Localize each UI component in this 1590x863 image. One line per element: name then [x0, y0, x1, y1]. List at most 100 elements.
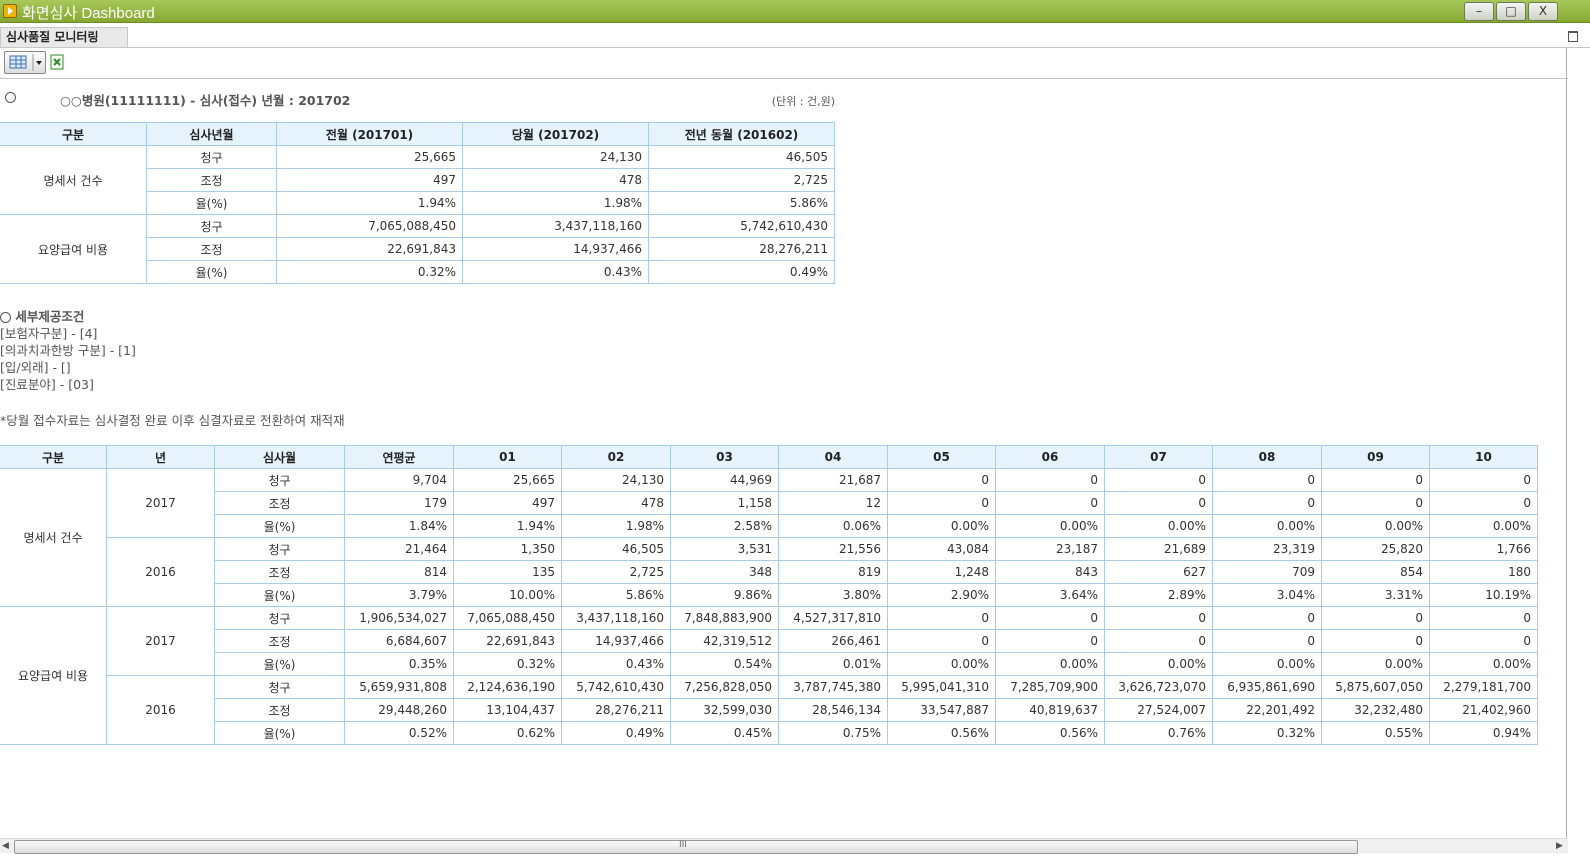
- row-label: 청구: [146, 214, 277, 238]
- value-cell: 40,819,637: [995, 698, 1105, 722]
- horizontal-scrollbar[interactable]: ◀ III ▶: [0, 838, 1568, 854]
- value-cell: 14,937,466: [462, 237, 649, 261]
- column-header: 03: [670, 445, 779, 469]
- value-cell: 42,319,512: [670, 629, 779, 653]
- group-label: 요양급여 비용: [0, 606, 107, 745]
- value-cell: 0: [887, 468, 996, 492]
- value-cell: 3,437,118,160: [561, 606, 671, 630]
- value-cell: 1,766: [1429, 537, 1538, 561]
- row-label: 조정: [146, 168, 277, 192]
- scroll-thumb[interactable]: III: [14, 840, 1358, 854]
- value-cell: 478: [462, 168, 649, 192]
- value-cell: 0.32%: [1212, 721, 1322, 745]
- value-cell: 21,687: [778, 468, 888, 492]
- value-cell: 0.32%: [453, 652, 562, 676]
- circle-bullet-icon: [5, 92, 16, 103]
- minimize-button[interactable]: –: [1464, 2, 1494, 21]
- value-cell: 0.43%: [462, 260, 649, 284]
- maximize-button[interactable]: □: [1496, 2, 1526, 21]
- tab-quality-monitoring[interactable]: 심사품질 모니터링: [0, 27, 128, 47]
- value-cell: 0.75%: [778, 721, 888, 745]
- group-label: 명세서 건수: [0, 145, 147, 215]
- year-label: 2016: [106, 675, 215, 745]
- maximize-panel-icon[interactable]: [1568, 31, 1578, 42]
- value-cell: 2,124,636,190: [453, 675, 562, 699]
- value-cell: 32,232,480: [1321, 698, 1430, 722]
- value-cell: 21,689: [1104, 537, 1213, 561]
- value-cell: 1,158: [670, 491, 779, 515]
- value-cell: 0.00%: [887, 652, 996, 676]
- detail-table: 구분 년 심사월 연평균 01 02 03 04 05 06 07 08 09 10 명세서 건수 2017…: [0, 445, 1538, 745]
- value-cell: 2,279,181,700: [1429, 675, 1538, 699]
- row-label: 율(%): [214, 514, 345, 538]
- value-cell: 0.56%: [995, 721, 1105, 745]
- value-cell: 25,665: [276, 145, 463, 169]
- column-header: 02: [561, 445, 671, 469]
- excel-export-button[interactable]: [48, 51, 68, 72]
- value-cell: 3,437,118,160: [462, 214, 649, 238]
- value-cell: 23,319: [1212, 537, 1322, 561]
- row-label: 청구: [214, 606, 345, 630]
- row-label: 조정: [146, 237, 277, 261]
- column-header: 연평균: [344, 445, 454, 469]
- value-cell: 1,248: [887, 560, 996, 584]
- value-cell: 5,659,931,808: [344, 675, 454, 699]
- value-cell: 814: [344, 560, 454, 584]
- value-cell: 27,524,007: [1104, 698, 1213, 722]
- value-cell: 0: [995, 629, 1105, 653]
- value-cell: 854: [1321, 560, 1430, 584]
- value-cell: 5,995,041,310: [887, 675, 996, 699]
- value-cell: 10.00%: [453, 583, 562, 607]
- scroll-grip-icon: III: [679, 840, 687, 850]
- scroll-left-arrow[interactable]: ◀: [2, 841, 9, 851]
- close-button[interactable]: X: [1528, 2, 1558, 21]
- excel-icon: [50, 54, 64, 70]
- value-cell: 1.98%: [561, 514, 671, 538]
- value-cell: 0.49%: [561, 721, 671, 745]
- value-cell: 28,276,211: [561, 698, 671, 722]
- unit-label: (단위 : 건,원): [771, 95, 835, 108]
- value-cell: 5,742,610,430: [561, 675, 671, 699]
- table-row: 요양급여 비용 청구 7,065,088,450 3,437,118,160 5,742…: [0, 214, 835, 284]
- value-cell: 0: [887, 606, 996, 630]
- row-label: 율(%): [214, 652, 345, 676]
- row-label: 조정: [214, 560, 345, 584]
- year-label: 2016: [106, 537, 215, 607]
- value-cell: 25,820: [1321, 537, 1430, 561]
- value-cell: 1,350: [453, 537, 562, 561]
- value-cell: 10.19%: [1429, 583, 1538, 607]
- row-label: 조정: [214, 491, 345, 515]
- value-cell: 28,546,134: [778, 698, 888, 722]
- grid-view-dropdown-button[interactable]: [4, 51, 46, 74]
- value-cell: 0: [1104, 629, 1213, 653]
- row-label: 청구: [214, 675, 345, 699]
- value-cell: 1,906,534,027: [344, 606, 454, 630]
- value-cell: 0.94%: [1429, 721, 1538, 745]
- value-cell: 0.52%: [344, 721, 454, 745]
- table-row: 명세서 건수 2017 청구 9,704 25,665 24,130 44,969 21,68…: [0, 468, 1538, 607]
- condition-item: [의과치과한방 구분] - [1]: [0, 343, 136, 358]
- value-cell: 478: [561, 491, 671, 515]
- value-cell: 0.00%: [995, 652, 1105, 676]
- value-cell: 0: [1429, 491, 1538, 515]
- scroll-right-arrow[interactable]: ▶: [1556, 841, 1563, 851]
- value-cell: 3.64%: [995, 583, 1105, 607]
- value-cell: 0: [1212, 491, 1322, 515]
- group-label: 명세서 건수: [0, 468, 107, 607]
- value-cell: 0.06%: [778, 514, 888, 538]
- value-cell: 0: [1429, 606, 1538, 630]
- value-cell: 2.89%: [1104, 583, 1213, 607]
- value-cell: 0.00%: [1104, 652, 1213, 676]
- table-row: 조정 814 135 2,725 348 819 1,248 843 627 709 854 180: [0, 560, 1538, 584]
- value-cell: 0: [1212, 629, 1322, 653]
- row-label: 조정: [214, 629, 345, 653]
- value-cell: 3,626,723,070: [1104, 675, 1213, 699]
- table-row: 율(%) 3.79% 10.00% 5.86% 9.86% 3.80% 2.90% 3.64%…: [0, 583, 1538, 607]
- column-header: 08: [1212, 445, 1322, 469]
- value-cell: 4,527,317,810: [778, 606, 888, 630]
- value-cell: 819: [778, 560, 888, 584]
- column-header: 04: [778, 445, 888, 469]
- value-cell: 24,130: [462, 145, 649, 169]
- column-header: 07: [1104, 445, 1213, 469]
- value-cell: 1.94%: [276, 191, 463, 215]
